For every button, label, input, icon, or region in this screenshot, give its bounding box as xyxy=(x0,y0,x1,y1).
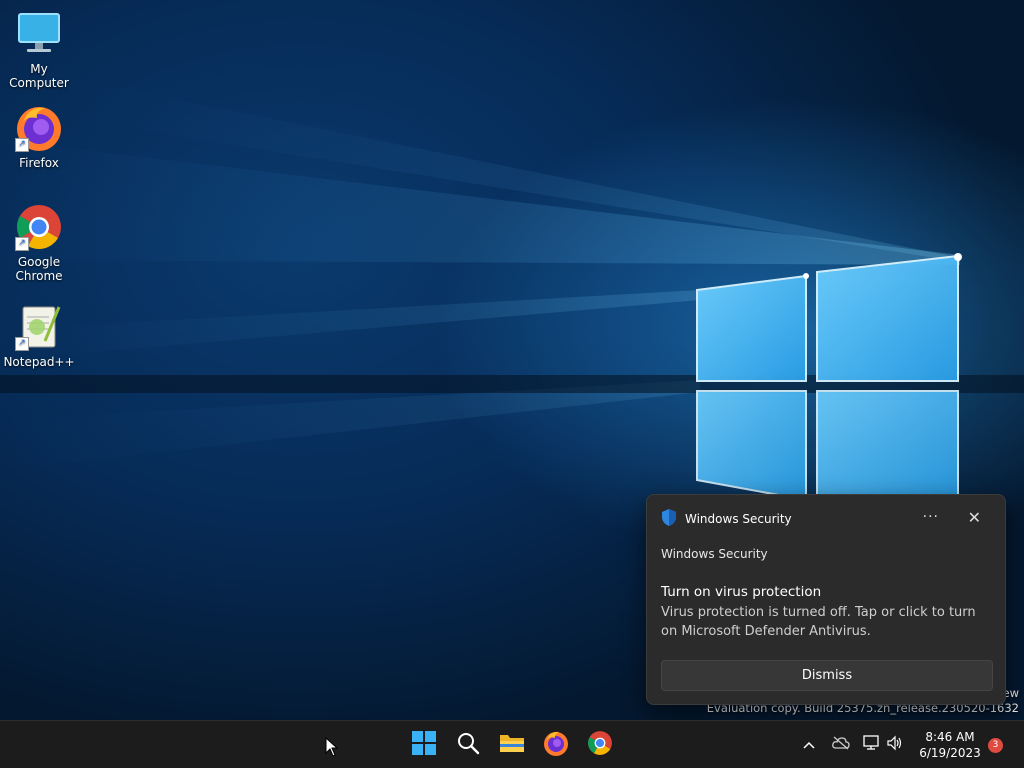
taskbar: 8:46 AM 6/19/2023 3 xyxy=(0,720,1024,768)
monitor-icon xyxy=(15,10,63,58)
onedrive-button[interactable] xyxy=(831,735,851,755)
notification-title: Turn on virus protection xyxy=(661,584,822,600)
speaker-icon xyxy=(886,735,904,755)
desktop-icon-label: Google Chrome xyxy=(15,255,63,283)
notification-body: Virus protection is turned off. Tap or c… xyxy=(661,605,976,639)
windows-logo-art xyxy=(696,253,962,502)
clock-date: 6/19/2023 xyxy=(919,746,981,760)
search-button[interactable] xyxy=(452,729,484,761)
dismiss-button[interactable]: Dismiss xyxy=(661,660,993,691)
shield-icon xyxy=(661,508,677,530)
firefox-taskbar-button[interactable] xyxy=(540,729,572,761)
notification-header: Windows Security ··· ✕ xyxy=(661,508,991,530)
more-options-button[interactable]: ··· xyxy=(923,509,939,525)
show-hidden-icons-button[interactable] xyxy=(799,735,819,755)
network-button[interactable] xyxy=(862,735,882,755)
volume-button[interactable] xyxy=(885,735,905,755)
firefox-icon xyxy=(543,730,569,760)
file-explorer-button[interactable] xyxy=(496,729,528,761)
mouse-cursor-icon xyxy=(325,736,339,761)
clock-button[interactable]: 8:46 AM 6/19/2023 xyxy=(915,729,985,761)
notepad-plus-plus-icon: ↗ xyxy=(15,303,63,351)
shortcut-arrow-icon: ↗ xyxy=(15,237,29,251)
desktop-icon-label: Firefox xyxy=(19,156,59,170)
desktop-icon-google-chrome[interactable]: ↗ Google Chrome xyxy=(1,203,77,283)
shortcut-arrow-icon: ↗ xyxy=(15,138,29,152)
clock-time: 8:46 AM xyxy=(925,730,975,744)
cloud-offline-icon xyxy=(832,736,850,754)
notification-source: Windows Security xyxy=(661,547,768,561)
desktop-icon-notepad-plus-plus[interactable]: ↗ Notepad++ xyxy=(1,303,77,369)
chrome-icon xyxy=(587,730,613,760)
start-button[interactable] xyxy=(408,729,440,761)
notification-count-badge[interactable]: 3 xyxy=(988,738,1003,753)
shortcut-arrow-icon: ↗ xyxy=(15,337,29,351)
windows-start-icon xyxy=(412,731,436,759)
close-button[interactable]: ✕ xyxy=(968,508,981,527)
desktop-icon-label: Notepad++ xyxy=(3,355,75,369)
chrome-taskbar-button[interactable] xyxy=(584,729,616,761)
notification-app-name: Windows Security xyxy=(685,512,792,526)
firefox-icon: ↗ xyxy=(15,104,63,152)
chrome-icon: ↗ xyxy=(15,203,63,251)
desktop-icon-label: My Computer xyxy=(9,62,69,90)
desktop-icon-my-computer[interactable]: My Computer xyxy=(1,10,77,90)
network-icon xyxy=(863,735,881,755)
windows-security-notification[interactable]: Windows Security ··· ✕ Windows Security … xyxy=(646,494,1006,705)
desktop-icon-firefox[interactable]: ↗ Firefox xyxy=(1,104,77,170)
folder-icon xyxy=(499,732,525,758)
chevron-up-icon xyxy=(803,738,815,753)
search-icon xyxy=(456,731,480,759)
